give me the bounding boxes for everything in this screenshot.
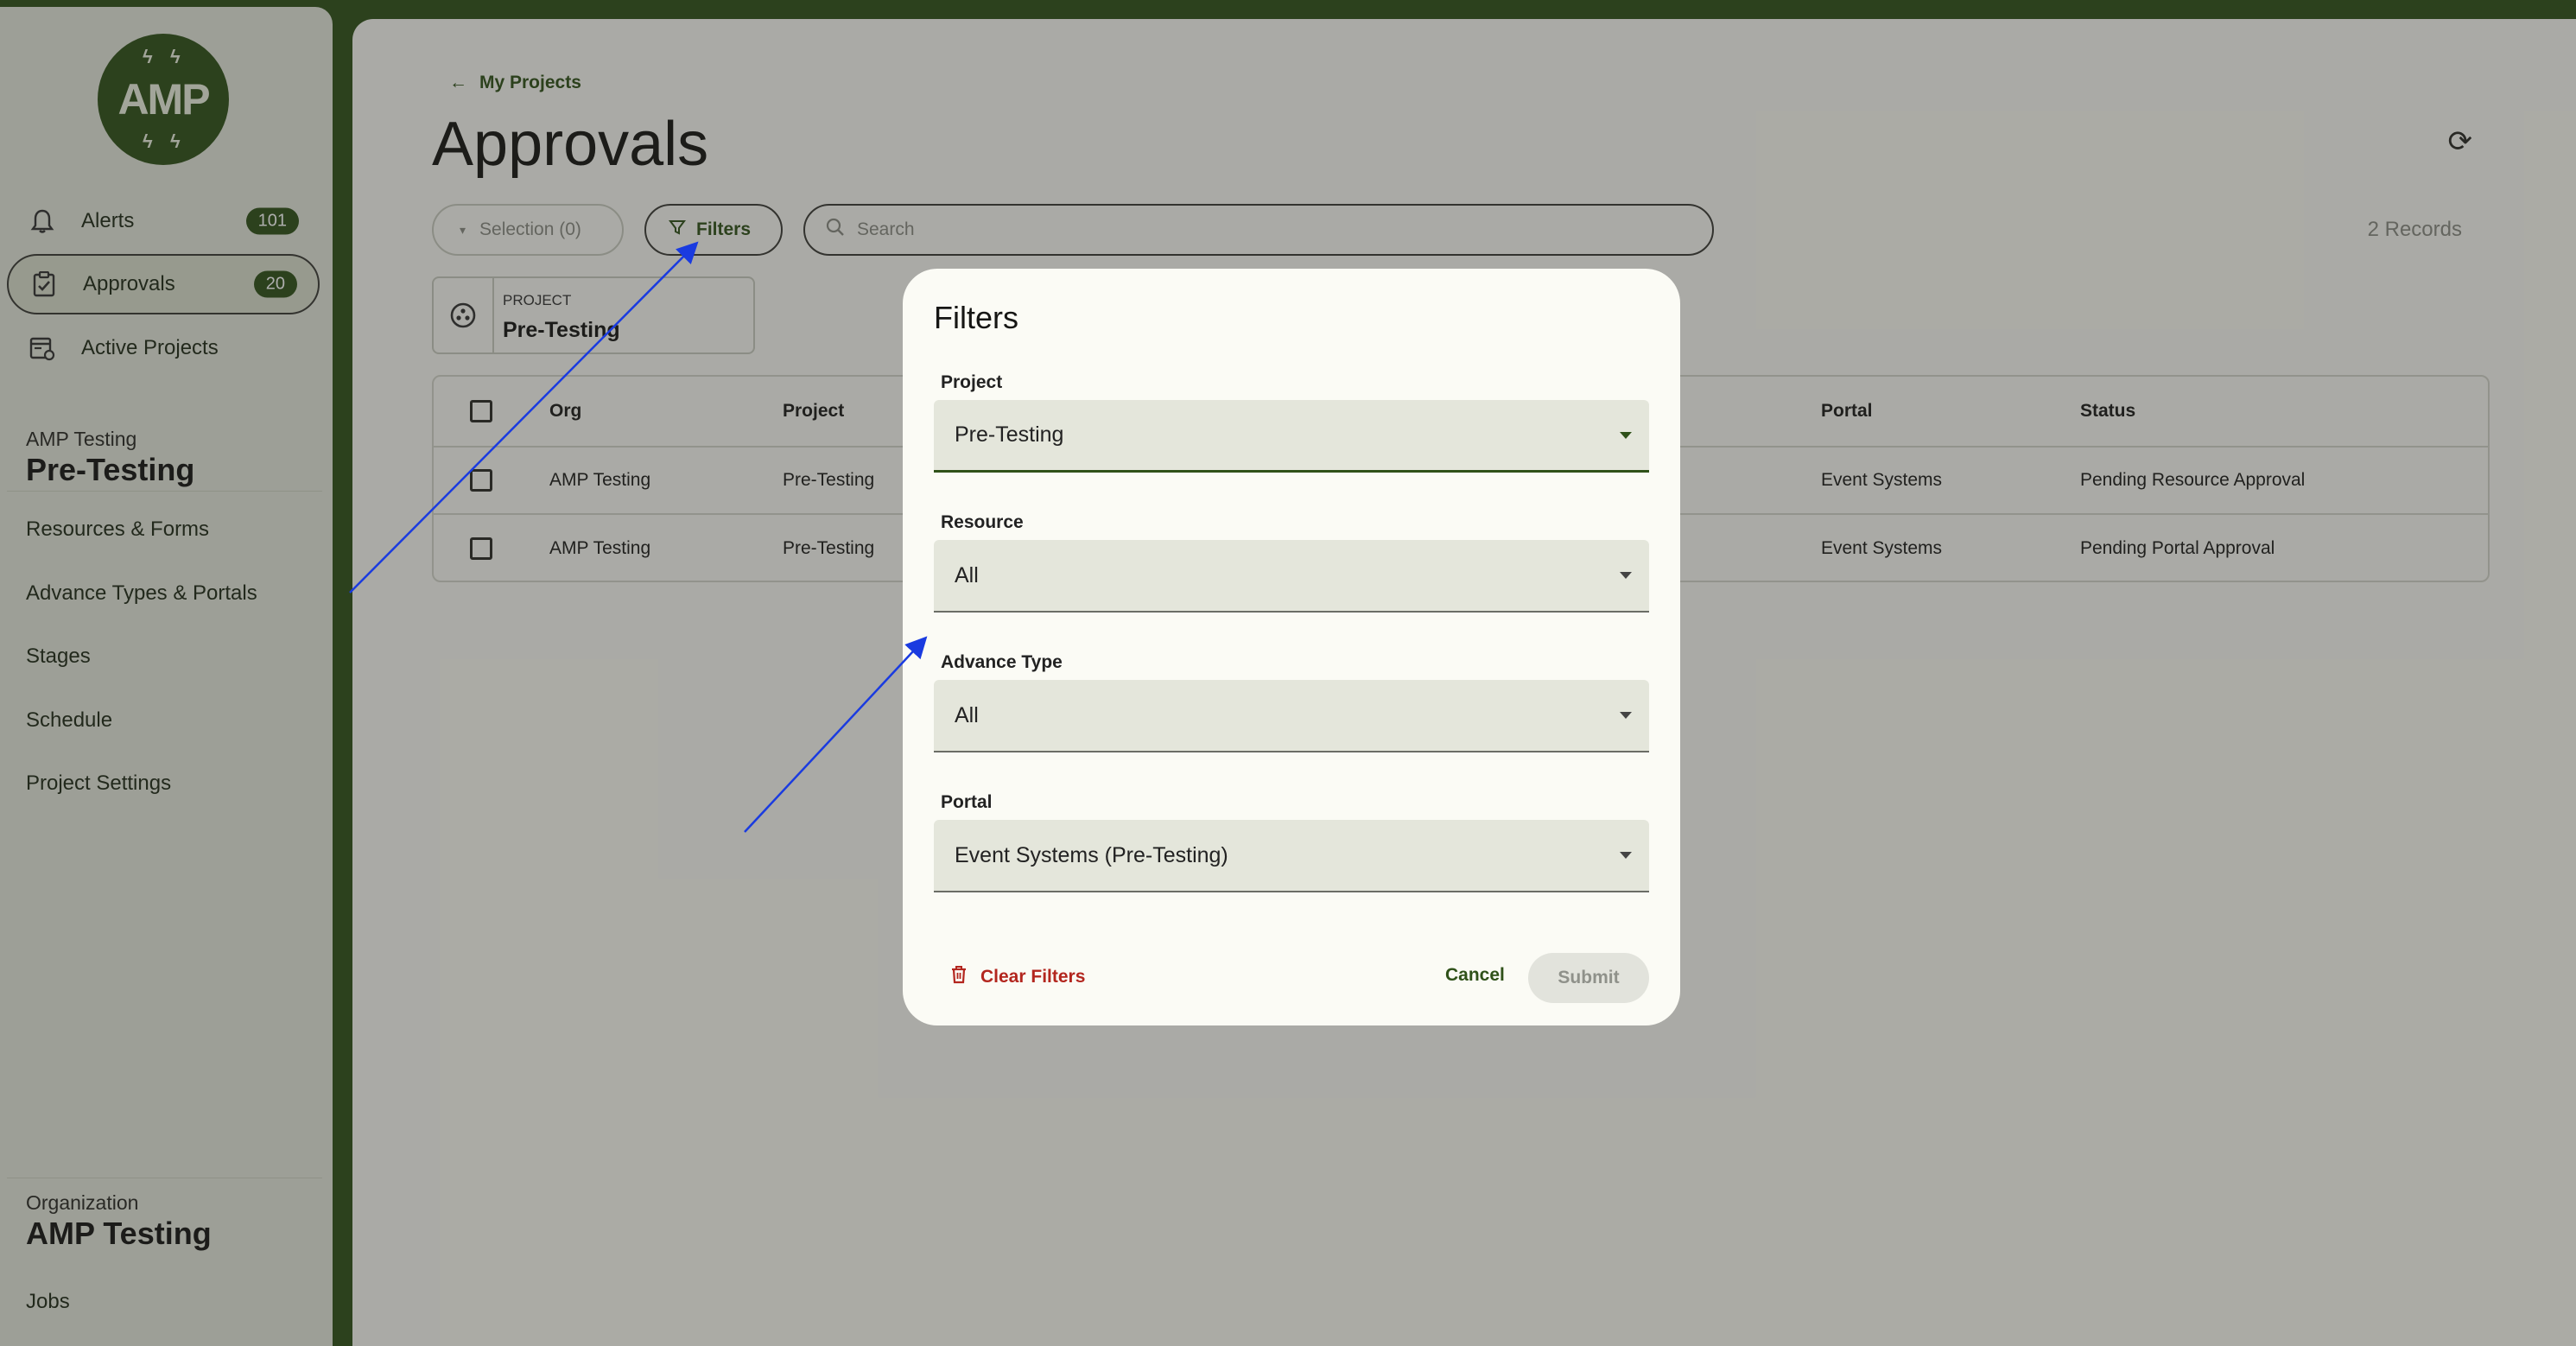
filters-dialog: Filters Project Pre-Testing Resource All… <box>903 269 1680 1025</box>
clear-filters-button[interactable]: Clear Filters <box>951 965 1085 989</box>
field-label-portal: Portal <box>941 792 993 812</box>
dropdown-caret-icon <box>1620 712 1632 719</box>
field-label-project: Project <box>941 372 1003 392</box>
select-value: All <box>955 562 979 587</box>
select-value: Pre-Testing <box>955 422 1064 447</box>
project-select[interactable]: Pre-Testing <box>934 400 1649 473</box>
portal-select[interactable]: Event Systems (Pre-Testing) <box>934 820 1649 892</box>
dialog-title: Filters <box>934 300 1018 335</box>
resource-select[interactable]: All <box>934 540 1649 613</box>
dropdown-caret-icon <box>1620 431 1632 439</box>
advance-type-select[interactable]: All <box>934 680 1649 752</box>
clear-filters-label: Clear Filters <box>980 967 1086 987</box>
dropdown-caret-icon <box>1620 572 1632 579</box>
field-label-advance-type: Advance Type <box>941 652 1063 672</box>
submit-button[interactable]: Submit <box>1528 953 1649 1003</box>
dropdown-caret-icon <box>1620 852 1632 859</box>
trash-icon <box>951 965 967 989</box>
field-label-resource: Resource <box>941 512 1024 532</box>
select-value: Event Systems (Pre-Testing) <box>955 842 1228 867</box>
select-value: All <box>955 702 979 727</box>
cancel-button[interactable]: Cancel <box>1445 965 1505 986</box>
